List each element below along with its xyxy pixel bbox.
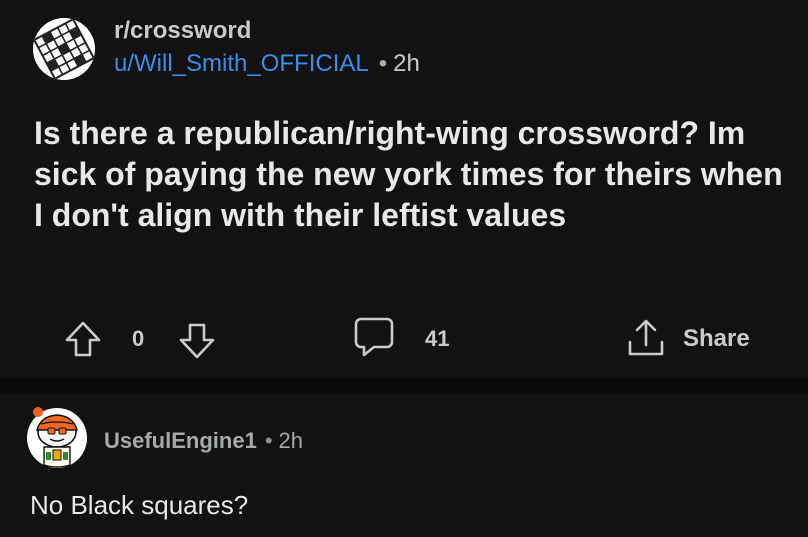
comment-count[interactable]: 41 — [425, 326, 449, 352]
arrow-down-icon[interactable] — [176, 320, 218, 367]
post-timestamp: 2h — [393, 50, 420, 77]
meta-separator: • — [378, 50, 388, 77]
comment-meta: UsefulEngine1 • 2h — [104, 428, 303, 454]
meta-separator: • — [264, 428, 273, 453]
comment-timestamp: 2h — [278, 428, 303, 453]
post-author-link[interactable]: u/Will_Smith_OFFICIAL — [114, 50, 369, 77]
arrow-up-icon[interactable] — [62, 318, 104, 365]
subreddit-name[interactable]: r/crossword — [114, 17, 251, 45]
post-action-bar: 0 41 Share — [0, 310, 808, 370]
section-divider — [0, 378, 808, 394]
post-card[interactable]: r/crossword u/Will_Smith_OFFICIAL • 2h Is … — [0, 0, 808, 378]
subreddit-avatar-icon[interactable] — [33, 18, 95, 80]
comment-body: No Black squares? — [30, 490, 249, 520]
comment-card[interactable]: UsefulEngine1 • 2h No Black squares? — [0, 394, 808, 537]
post-meta: u/Will_Smith_OFFICIAL • 2h — [114, 50, 420, 78]
speech-bubble-icon[interactable] — [352, 315, 396, 364]
post-title[interactable]: Is there a republican/right-wing crosswo… — [34, 113, 794, 236]
share-icon[interactable] — [624, 316, 668, 365]
comment-author-link[interactable]: UsefulEngine1 — [104, 428, 257, 453]
share-button[interactable]: Share — [683, 325, 750, 353]
vote-count: 0 — [132, 326, 145, 351]
snoo-avatar-icon[interactable] — [24, 402, 90, 470]
